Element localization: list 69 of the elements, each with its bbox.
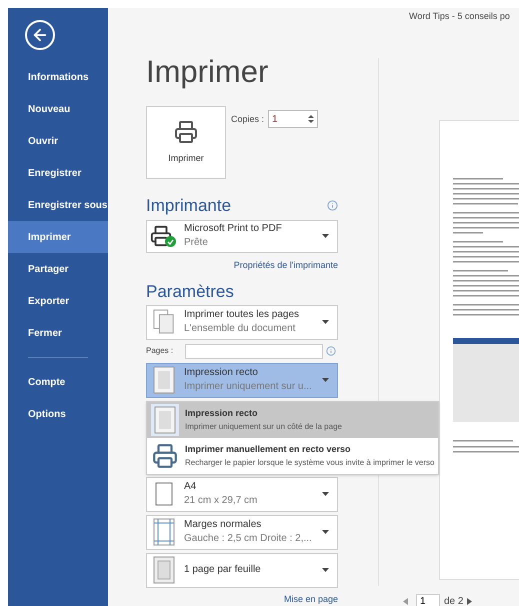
page-icon	[153, 556, 175, 584]
settings-dropdown[interactable]: A4 21 cm x 29,7 cm	[146, 476, 338, 512]
printer-icon	[152, 442, 178, 468]
printer-properties-link[interactable]: Propriétés de l'imprimante	[234, 259, 338, 272]
previous-page-icon[interactable]	[403, 598, 408, 605]
dropdown-subtitle: Gauche : 2,5 cm Droite : 2,...	[184, 532, 313, 546]
dropdown-title: A4	[184, 480, 198, 494]
back-button[interactable]	[25, 20, 55, 50]
dropdown-subtitle: 21 cm x 29,7 cm	[184, 494, 258, 508]
settings-dropdown[interactable]: Imprimer toutes les pages L'ensemble du document	[146, 304, 338, 340]
caret-icon	[322, 530, 329, 534]
sidebar-item[interactable]: Imprimer	[8, 221, 108, 253]
sidebar-item[interactable]: Fermer	[8, 317, 108, 349]
sidebar-item[interactable]: Enregistrer	[8, 157, 108, 189]
page-icon	[153, 366, 175, 394]
caret-icon	[322, 492, 329, 496]
caret-icon	[322, 234, 329, 238]
caret-icon	[322, 320, 329, 324]
sidebar-item[interactable]: Informations	[8, 61, 108, 93]
page-setup-link[interactable]: Mise en page	[284, 592, 338, 606]
sidebar-item[interactable]: Ouvrir	[8, 125, 108, 157]
sidebar-item[interactable]: Nouveau	[8, 93, 108, 125]
page-icon	[154, 406, 176, 434]
dropdown-title: 1 page par feuille	[184, 563, 262, 577]
dropdown-subtitle: Imprimer uniquement sur u...	[184, 380, 313, 394]
settings-dropdown[interactable]: Marges normales Gauche : 2,5 cm Droite : 2,...	[146, 514, 338, 550]
info-icon	[327, 200, 338, 212]
spin-arrows-icon	[308, 114, 314, 124]
printer-status: Prête	[184, 236, 209, 250]
printer-name: Microsoft Print to PDF	[184, 222, 283, 236]
next-page-icon[interactable]	[467, 598, 472, 605]
section-heading: Imprimante	[146, 195, 232, 217]
page-count: de 2	[444, 595, 464, 606]
margins-icon	[153, 518, 175, 546]
copies-field[interactable]: 1	[268, 110, 318, 128]
pages-icon	[153, 308, 175, 336]
window-title: Word Tips - 5 conseils po	[408, 10, 511, 23]
menu-item[interactable]: Impression recto Imprimer uniquement sur un côté de la page	[147, 402, 438, 438]
copies-label: Copies :	[231, 113, 264, 126]
dropdown-title: Imprimer toutes les pages	[184, 308, 300, 322]
settings-dropdown[interactable]: Impression recto Imprimer uniquement sur u...	[146, 362, 338, 398]
page-number-field[interactable]: 1	[416, 594, 440, 606]
page-icon	[155, 482, 173, 506]
section-heading: Paramètres	[146, 280, 235, 302]
info-icon	[326, 346, 336, 356]
sidebar-item[interactable]: Partager	[8, 253, 108, 285]
printer-icon	[174, 120, 198, 144]
dropdown-title: Impression recto	[184, 366, 259, 380]
sidebar-item[interactable]: Exporter	[8, 285, 108, 317]
dropdown-title: Marges normales	[184, 518, 262, 532]
menu-item-subtitle: Recharger le papier lorsque le système vous invite à imprimer le verso	[185, 456, 434, 468]
menu-item-title: Imprimer manuellement en recto verso	[185, 442, 352, 456]
sidebar-item[interactable]: Options	[8, 398, 108, 430]
settings-dropdown[interactable]: 1 page par feuille	[146, 552, 338, 588]
print-button[interactable]: Imprimer	[146, 106, 226, 179]
caret-icon	[322, 568, 329, 572]
menu-item-subtitle: Imprimer uniquement sur un côté de la page	[185, 420, 342, 432]
printer-status-icon	[150, 225, 176, 248]
menu-item[interactable]: Imprimer manuellement en recto verso Recharger le papier lorsque le système vous invite à imprimer le verso	[147, 438, 438, 474]
sidebar-item[interactable]: Compte	[8, 366, 108, 398]
pages-field[interactable]	[185, 344, 323, 358]
printer-dropdown[interactable]: Microsoft Print to PDF Prête	[146, 220, 338, 253]
back-icon	[31, 26, 49, 44]
pages-label: Pages :	[146, 345, 174, 357]
sidebar-item[interactable]: Enregistrer sous	[8, 189, 108, 221]
caret-icon	[322, 378, 329, 382]
dropdown-subtitle: L'ensemble du document	[184, 322, 296, 336]
page-title: Imprimer	[146, 53, 270, 91]
menu-item-title: Impression recto	[185, 406, 259, 420]
